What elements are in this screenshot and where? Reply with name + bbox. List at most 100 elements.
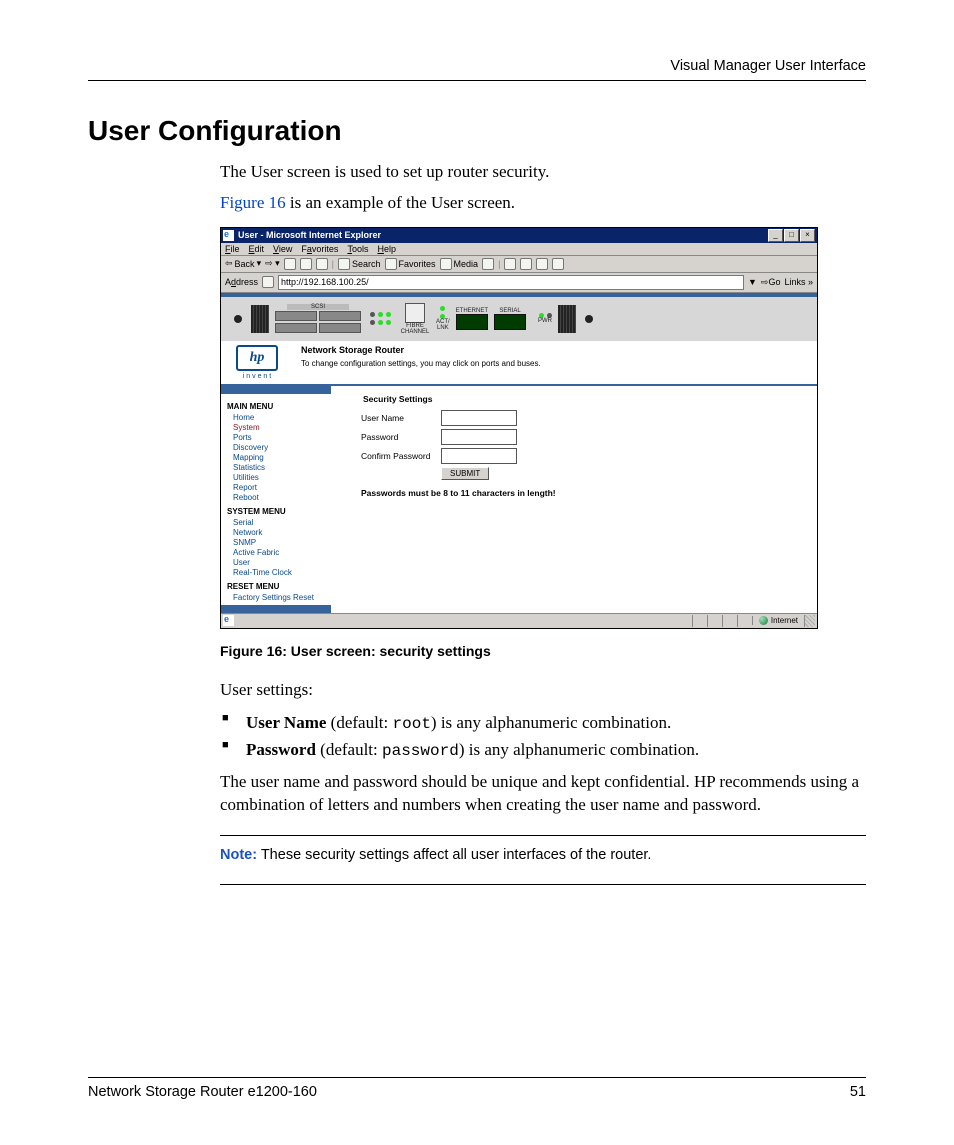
history-icon[interactable] [482,258,494,270]
mail-icon[interactable] [504,258,516,270]
sidebar-item-snmp[interactable]: SNMP [227,538,327,548]
ie-icon [223,230,234,241]
media-button[interactable]: Media [440,258,479,270]
vent-icon-2 [558,305,576,333]
hp-badge: hp i n v e n t [227,345,287,380]
sidebar-item-report[interactable]: Report [227,483,327,493]
submit-button[interactable]: SUBMIT [441,467,489,480]
bullet1-code: root [393,715,431,733]
close-button[interactable]: × [800,229,815,242]
print-icon[interactable] [520,258,532,270]
favorites-button[interactable]: Favorites [385,258,436,270]
menu-favorites[interactable]: Favorites [301,244,338,254]
go-button[interactable]: ⇨Go [761,277,781,288]
sidebar-item-ports[interactable]: Ports [227,433,327,443]
sidebar-item-user[interactable]: User [227,558,327,568]
screw-icon-2 [585,315,593,323]
username-label: User Name [361,413,441,423]
sidebar-item-mapping[interactable]: Mapping [227,453,327,463]
refresh-icon[interactable] [300,258,312,270]
toolbar: ⇦ Back ▾ ⇨ ▾ | Search Favorites Media | [221,256,817,273]
intro-paragraph-2: Figure 16 is an example of the User scre… [220,192,866,215]
screw-icon [234,315,242,323]
password-input[interactable] [441,429,517,445]
password-label: Password [361,432,441,442]
scsi-port-1[interactable] [319,311,361,321]
sidebar-item-serial[interactable]: Serial [227,518,327,528]
sidebar-item-statistics[interactable]: Statistics [227,463,327,473]
scsi-port-0[interactable] [275,311,317,321]
forward-button[interactable]: ⇨ ▾ [265,258,280,269]
sidebar-item-discovery[interactable]: Discovery [227,443,327,453]
username-input[interactable] [441,410,517,426]
footer-title: Network Storage Router e1200-160 [88,1084,317,1100]
menu-tools[interactable]: Tools [347,244,368,254]
menu-edit[interactable]: Edit [249,244,265,254]
hp-logo-icon: hp [236,345,278,371]
scsi-port-2[interactable] [275,323,317,333]
bullet-list: User Name (default: root) is any alphanu… [220,710,866,764]
home-icon[interactable] [316,258,328,270]
menu-file[interactable]: File [225,244,240,254]
intro-paragraph-1: The User screen is used to set up router… [220,161,866,184]
bullet2-code: password [382,742,459,760]
ethernet-block: ETHERNET [456,308,488,330]
confirm-password-input[interactable] [441,448,517,464]
figure-link[interactable]: Figure 16 [220,193,286,212]
figure-caption: Figure 16: User screen: security setting… [220,643,866,659]
reset-menu-head: RESET MENU [227,582,327,591]
address-dropdown[interactable]: ▼ [748,277,757,287]
sidebar-item-reboot[interactable]: Reboot [227,493,327,503]
sidebar-item-home[interactable]: Home [227,413,327,423]
edit-icon[interactable] [536,258,548,270]
sidebar-item-system[interactable]: System [227,423,327,433]
sidebar-item-factory-reset[interactable]: Factory Settings Reset [227,593,327,603]
maximize-button[interactable]: □ [784,229,799,242]
serial-block: SERIAL [494,308,526,330]
main-menu-head: MAIN MENU [227,402,327,411]
links-label[interactable]: Links » [784,277,813,287]
globe-icon [759,616,768,625]
menu-help[interactable]: Help [377,244,396,254]
section-title: User Configuration [88,115,866,147]
device-panel: SCSI [221,297,817,341]
status-ie-icon [223,615,234,626]
form-area: Security Settings User Name Password Con… [331,386,817,613]
address-input[interactable] [278,275,744,290]
minimize-button[interactable]: _ [768,229,783,242]
running-header: Visual Manager User Interface [88,58,866,80]
zone-label: Internet [771,616,798,625]
stop-icon[interactable] [284,258,296,270]
sidebar-item-network[interactable]: Network [227,528,327,538]
sidebar-item-active-fabric[interactable]: Active Fabric [227,548,327,558]
resize-grip-icon[interactable] [804,615,815,627]
hp-invent-label: i n v e n t [227,373,287,380]
scsi-label: SCSI [287,304,349,310]
system-menu-head: SYSTEM MENU [227,507,327,516]
sidebar-item-realtime-clock[interactable]: Real-Time Clock [227,568,327,578]
discuss-icon[interactable] [552,258,564,270]
router-title: Network Storage Router [301,345,541,355]
scsi-port-3[interactable] [319,323,361,333]
sidebar: MAIN MENU Home System Ports Discovery Ma… [221,386,331,613]
page-number: 51 [850,1084,866,1100]
note-rule-bottom [220,884,866,885]
bullet1-term: User Name [246,713,326,732]
password-rule-text: Passwords must be 8 to 11 characters in … [361,488,807,498]
fc-label: FIBRE CHANNEL [400,323,430,335]
status-bar: Internet [221,613,817,628]
window-title: User - Microsoft Internet Explorer [238,230,767,240]
footer-rule [88,1077,866,1078]
pwr-label: PWR [538,318,552,324]
list-item: Password (default: password) is any alph… [220,737,866,764]
back-button[interactable]: ⇦ Back ▾ [225,258,261,269]
security-zone: Internet [752,616,804,625]
serial-port[interactable] [494,314,526,330]
note-body: These security settings affect all user … [257,847,651,863]
menu-view[interactable]: View [273,244,292,254]
confidentiality-paragraph: The user name and password should be uni… [220,771,866,817]
ethernet-port[interactable] [456,314,488,330]
fc-port[interactable] [405,303,425,323]
sidebar-item-utilities[interactable]: Utilities [227,473,327,483]
search-button[interactable]: Search [338,258,381,270]
